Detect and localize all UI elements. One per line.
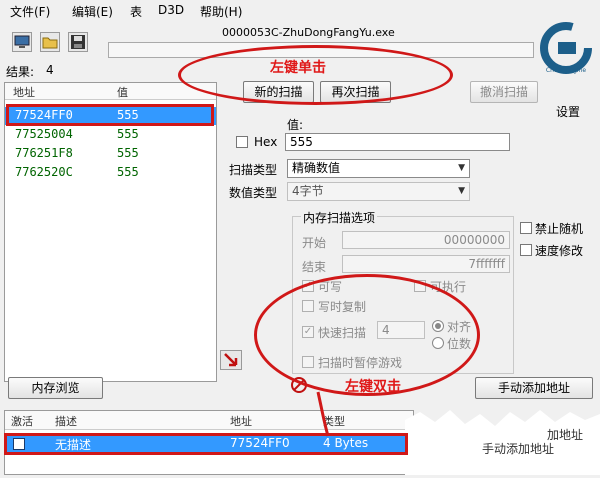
column-description[interactable]: 描述 (55, 413, 77, 429)
annotation-double-click: 左键双击 (345, 379, 401, 395)
value-label: 值: (287, 118, 304, 132)
result-address: 7762520C (15, 165, 73, 179)
result-address: 77525004 (15, 127, 73, 141)
settings-label[interactable]: 设置 (556, 103, 580, 120)
value-type-label: 数值类型 (229, 186, 278, 200)
menu-table[interactable]: 表 (130, 3, 142, 20)
torn-text-2: 手动添加地址 (482, 442, 555, 456)
no-random-label: 禁止随机 (535, 222, 584, 236)
speedhack-checkbox[interactable] (520, 244, 532, 256)
open-folder-icon[interactable] (40, 32, 60, 52)
computer-icon[interactable] (12, 32, 32, 52)
chevron-down-icon: ▼ (458, 163, 465, 173)
menu-help[interactable]: 帮助(H) (200, 3, 242, 20)
column-address[interactable]: 地址 (230, 413, 252, 429)
highlight-box-result (6, 104, 214, 126)
value-type-select[interactable]: 4字节 ▼ (287, 182, 470, 201)
result-value: 555 (117, 146, 139, 160)
hex-checkbox[interactable] (236, 136, 248, 148)
menu-edit[interactable]: 编辑(E) (72, 3, 113, 20)
chevron-down-icon: ▼ (458, 186, 465, 196)
value-input[interactable]: 555 (285, 133, 510, 151)
menu-bar: 文件(F) 编辑(E) 表 D3D 帮助(H) (0, 0, 600, 22)
result-address: 776251F8 (15, 146, 73, 160)
menu-d3d[interactable]: D3D (158, 3, 184, 17)
speedhack-label: 速度修改 (535, 244, 584, 258)
stop-label: 结束 (302, 260, 327, 274)
undo-scan-button[interactable]: 撤消扫描 (470, 81, 538, 103)
scan-type-label: 扫描类型 (229, 163, 278, 177)
start-address-input[interactable]: 00000000 (342, 231, 510, 249)
annotation-arrow (316, 391, 330, 437)
process-title: 0000053C-ZhuDongFangYu.exe (222, 26, 395, 39)
scan-type-select[interactable]: 精确数值 ▼ (287, 159, 470, 178)
results-label: 结果: (6, 65, 35, 79)
column-address[interactable]: 地址 (13, 84, 35, 100)
result-value: 555 (117, 127, 139, 141)
memory-view-button[interactable]: 内存浏览 (8, 377, 103, 399)
no-random-checkbox[interactable] (520, 222, 532, 234)
address-list-header: 激活 描述 地址 类型 (5, 411, 413, 430)
start-label: 开始 (302, 236, 327, 250)
result-row[interactable]: 77525004 555 (5, 126, 216, 144)
column-active[interactable]: 激活 (11, 413, 33, 429)
pointer-arrow-icon[interactable] (220, 350, 242, 370)
add-address-button[interactable]: 手动添加地址 (475, 377, 593, 399)
hex-label: Hex (254, 135, 278, 149)
logo-text: Cheat Engine (546, 67, 586, 74)
scan-type-value: 精确数值 (292, 161, 341, 175)
results-list[interactable]: 地址 值 77524FF0 555 77525004 555 776251F8 … (4, 82, 217, 382)
results-count: 4 (46, 63, 54, 77)
save-icon[interactable] (68, 32, 88, 52)
memory-options-title: 内存扫描选项 (301, 209, 378, 226)
value-type-value: 4字节 (292, 184, 324, 198)
result-row[interactable]: 7762520C 555 (5, 164, 216, 182)
cheat-engine-logo[interactable]: Cheat Engine (538, 20, 594, 76)
result-row[interactable]: 776251F8 555 (5, 145, 216, 163)
results-list-header: 地址 值 (5, 83, 216, 100)
menu-file[interactable]: 文件(F) (10, 3, 50, 20)
result-value: 555 (117, 165, 139, 179)
column-value[interactable]: 值 (117, 84, 128, 100)
stop-address-input[interactable]: 7fffffff (342, 255, 510, 273)
annotation-left-click: 左键单击 (270, 60, 326, 76)
